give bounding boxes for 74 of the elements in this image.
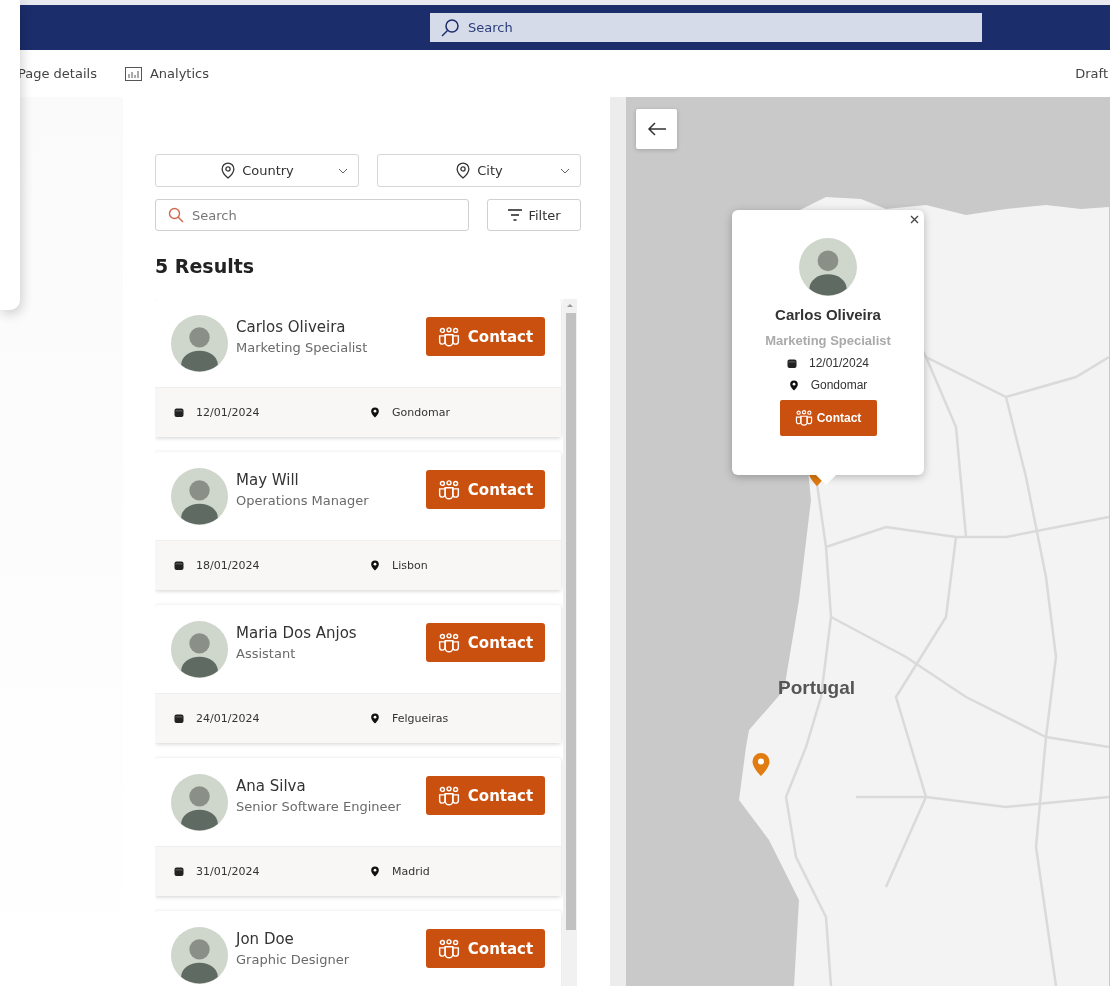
close-button[interactable]	[909, 214, 920, 225]
contact-button[interactable]: Contact	[426, 623, 545, 662]
filter-icon	[507, 209, 524, 221]
search-field[interactable]: Search	[430, 13, 982, 42]
avatar-placeholder	[171, 773, 228, 831]
location-pin-icon	[370, 407, 380, 418]
results-heading: 5 Results	[155, 255, 256, 277]
contact-button[interactable]: Contact	[426, 776, 545, 815]
location-pin-icon	[370, 866, 380, 877]
avatar-placeholder	[171, 467, 228, 525]
person-role: Graphic Designer	[236, 951, 350, 967]
scrollbar[interactable]	[563, 299, 577, 986]
people-icon	[437, 785, 460, 806]
close-icon	[909, 214, 920, 225]
location-pin-icon	[220, 162, 237, 179]
city-text: Gondomar	[392, 406, 450, 419]
avatar-placeholder	[799, 238, 857, 296]
location-pin-icon	[455, 162, 472, 179]
arrow-left-icon	[646, 121, 667, 137]
person-name: Carlos Oliveira	[236, 317, 347, 336]
contact-button[interactable]: Contact	[426, 929, 545, 968]
date-text: 12/01/2024	[196, 406, 260, 419]
person-role: Operations Manager	[236, 492, 370, 508]
people-icon	[437, 938, 460, 959]
city-text: Gondomar	[810, 378, 868, 392]
country-label: Portugal	[778, 677, 856, 699]
contact-button[interactable]: Contact	[779, 400, 877, 436]
people-icon	[437, 479, 460, 500]
search-icon	[168, 207, 184, 223]
person-role: Marketing Specialist	[236, 339, 369, 355]
search-icon	[440, 17, 460, 38]
location-pin-icon	[370, 560, 380, 571]
calendar-icon	[786, 357, 797, 369]
bar-chart-icon	[124, 66, 142, 81]
person-name: Jon Doe	[236, 929, 295, 948]
map-pin-icon[interactable]	[751, 752, 771, 777]
date-text: 18/01/2024	[196, 559, 260, 572]
date-text: 31/01/2024	[196, 865, 260, 878]
avatar-placeholder	[171, 620, 228, 678]
person-name: Carlos Oliveira	[775, 306, 881, 323]
chevron-down-icon	[338, 168, 348, 174]
person-name: May Will	[236, 470, 300, 489]
avatar-placeholder	[171, 314, 228, 372]
person-role: Senior Software Engineer	[236, 798, 402, 814]
back-button[interactable]	[636, 109, 677, 149]
person-role: Assistant	[236, 645, 297, 661]
date-text: 24/01/2024	[196, 712, 260, 725]
avatar-placeholder	[171, 926, 228, 984]
people-icon	[794, 410, 813, 426]
location-pin-icon	[788, 379, 799, 391]
people-icon	[437, 326, 460, 347]
country-dropdown[interactable]: Country	[155, 154, 359, 187]
status-label: Draft	[1075, 66, 1109, 81]
city-text: Madrid	[392, 865, 430, 878]
analytics-tab[interactable]: Analytics	[149, 66, 209, 81]
calendar-icon	[174, 713, 184, 724]
city-dropdown[interactable]: City	[377, 154, 581, 187]
person-name: Ana Silva	[236, 776, 307, 795]
calendar-icon	[174, 560, 184, 571]
calendar-icon	[174, 407, 184, 418]
chevron-down-icon	[560, 168, 570, 174]
contact-button[interactable]: Contact	[426, 470, 545, 509]
filter-button[interactable]: Filter	[487, 199, 581, 231]
city-text: Felgueiras	[392, 712, 449, 725]
person-name: Maria Dos Anjos	[236, 623, 358, 642]
search-field[interactable]: Search	[155, 199, 469, 231]
city-text: Lisbon	[392, 559, 428, 572]
people-icon	[437, 632, 460, 653]
person-role: Marketing Specialist	[765, 333, 891, 348]
calendar-icon	[174, 866, 184, 877]
location-pin-icon	[370, 713, 380, 724]
contact-button[interactable]: Contact	[426, 317, 545, 356]
scroll-up-arrow-icon[interactable]	[566, 302, 574, 308]
date-text: 12/01/2024	[808, 356, 870, 370]
